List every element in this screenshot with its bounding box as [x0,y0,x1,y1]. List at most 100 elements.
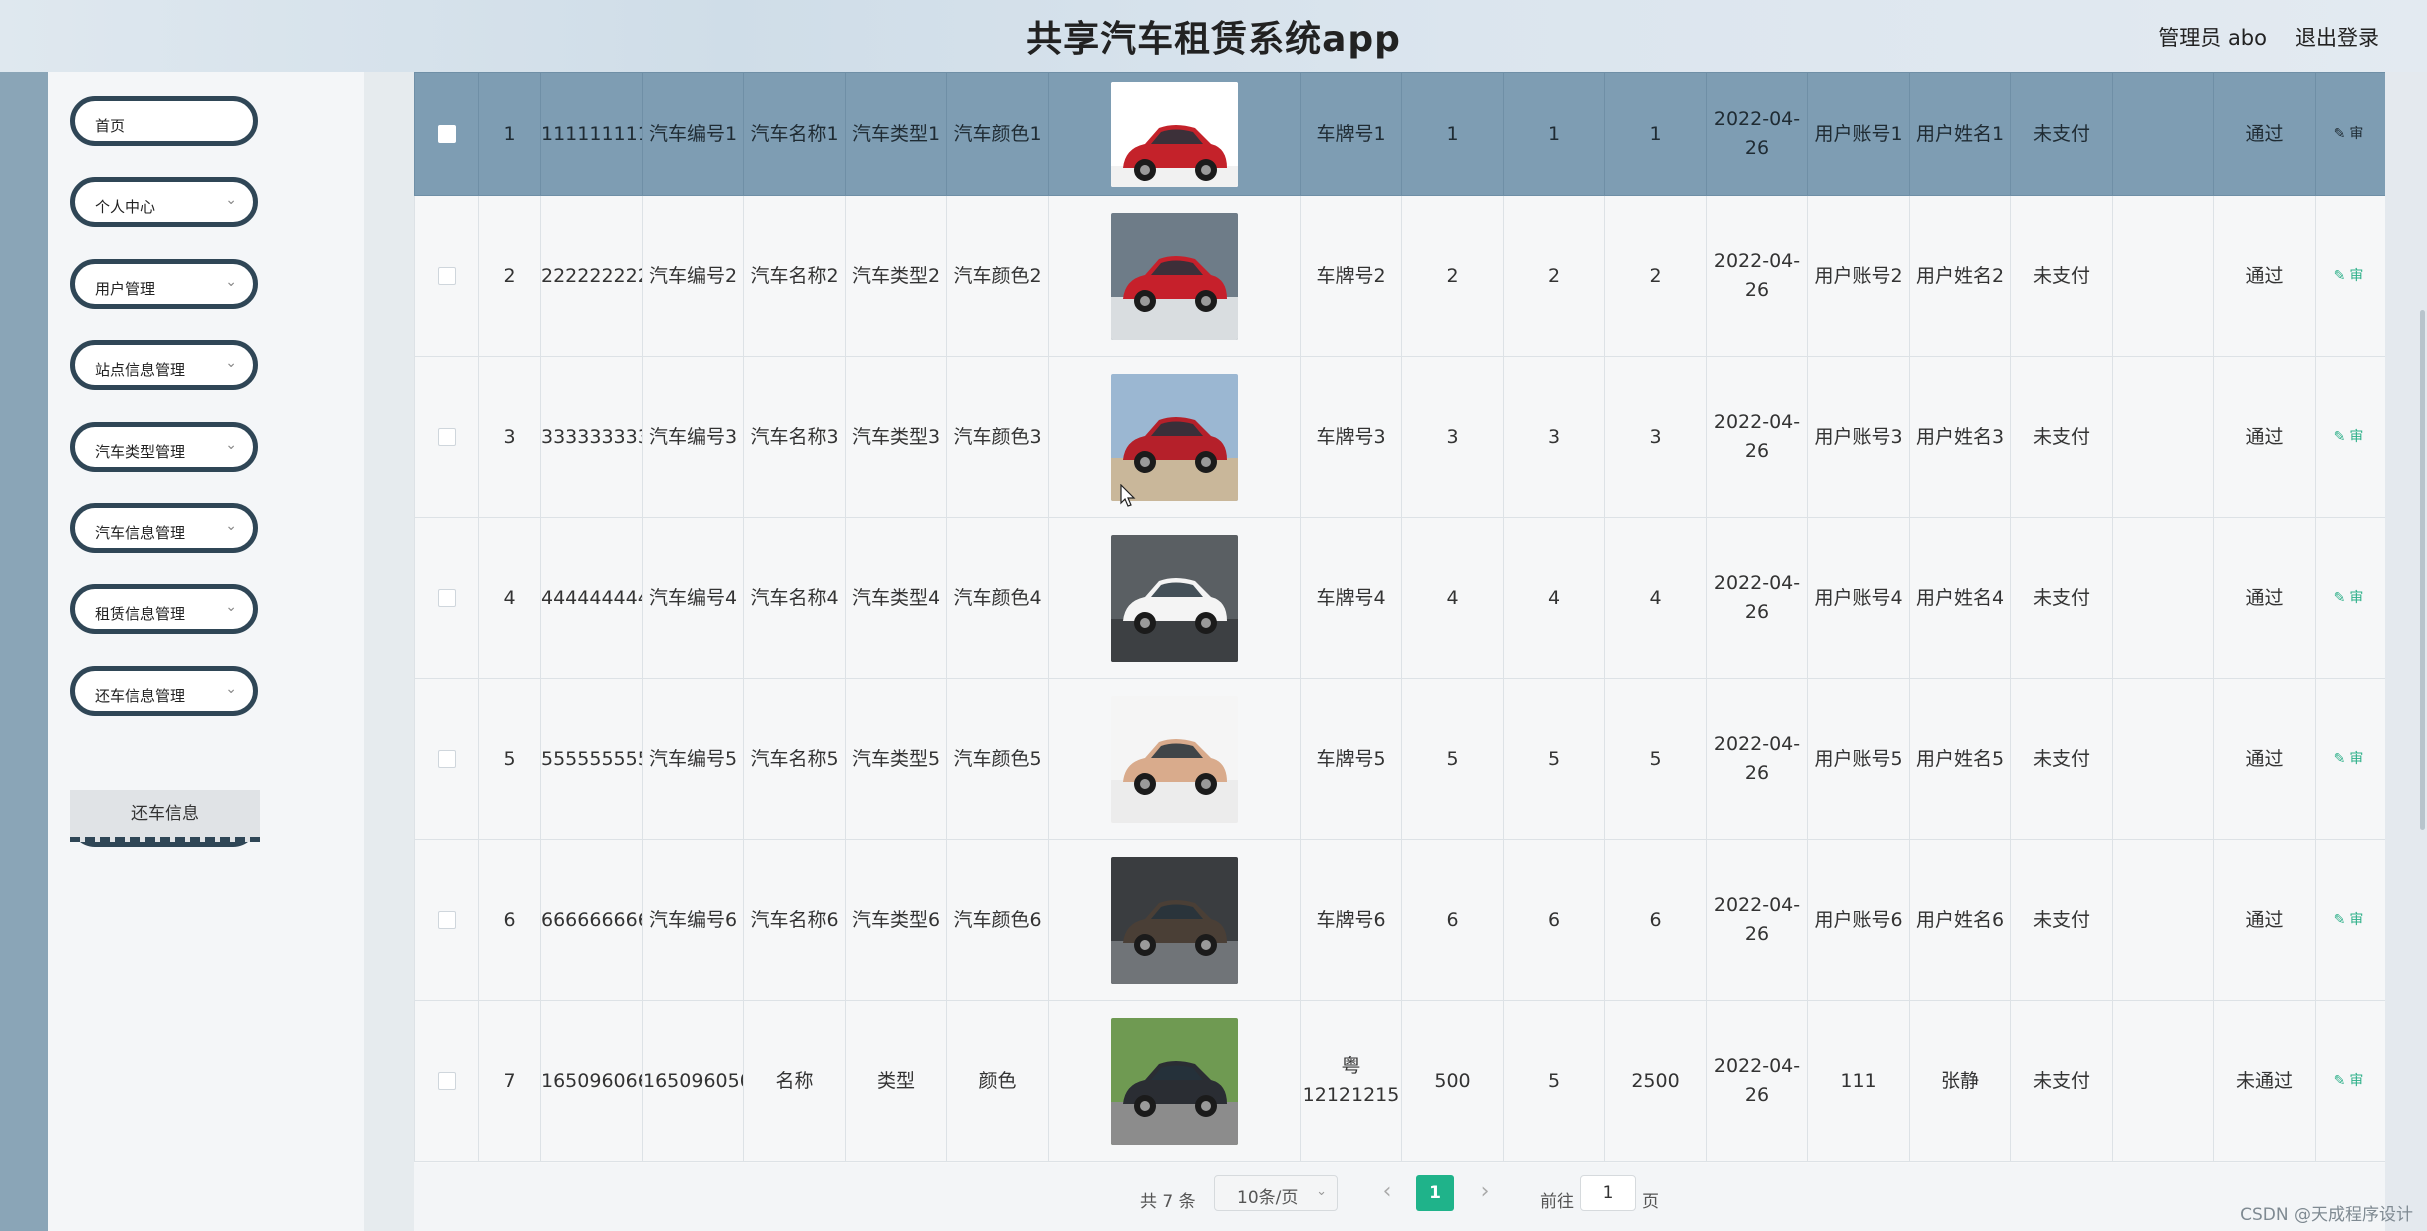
return-date: 2022-04-26 [1706,678,1808,840]
user-account: 用户账号5 [1807,678,1910,840]
row-checkbox[interactable] [437,267,456,285]
sidebar-rail [0,72,48,1231]
vertical-scrollbar[interactable] [2420,310,2425,830]
review-icon[interactable]: 审 [2349,268,2363,284]
page-size-value: 10条/页 [1237,1188,1299,1208]
page-size-select[interactable]: 10条/页 ⌄ [1214,1175,1338,1211]
sidebar-item-car-types[interactable]: 汽车类型管理 ⌄ [70,422,258,472]
row-index: 3 [478,356,541,518]
empty-cell [2112,839,2214,1001]
row-checkbox[interactable] [437,750,456,768]
car-photo[interactable] [1111,81,1238,187]
sidebar-item-return-info[interactable]: 还车信息管理 ⌄ [70,666,258,716]
order-number: 5555555555 [540,678,643,840]
sidebar-item-home[interactable]: 首页 [70,96,258,146]
goto-page-input[interactable] [1580,1175,1636,1211]
car-name: 汽车名称6 [743,839,846,1001]
plate-number: 车牌号5 [1300,678,1402,840]
mouse-cursor-icon [1120,484,1136,507]
value-3: 3 [1604,356,1707,518]
row-checkbox[interactable] [437,1072,456,1090]
row-actions: ✎ 审 [2315,1000,2385,1162]
payment-status: 未支付 [2010,517,2113,679]
value-3: 2 [1604,195,1707,357]
payment-status: 未支付 [2010,839,2113,1001]
user-name: 用户姓名1 [1909,72,2011,196]
user-account: 用户账号6 [1807,839,1910,1001]
return-date: 2022-04-26 [1706,195,1808,357]
sidebar-item-users[interactable]: 用户管理 ⌄ [70,259,258,309]
checkbox-cell [414,678,479,840]
sidebar-item-car-info[interactable]: 汽车信息管理 ⌄ [70,503,258,553]
car-type: 汽车类型3 [845,356,947,518]
row-actions: ✎ 审 [2315,195,2385,357]
edit-icon[interactable]: ✎ [2334,268,2346,284]
edit-icon[interactable]: ✎ [2334,912,2346,928]
order-number: 3333333333 [540,356,643,518]
car-color: 汽车颜色2 [946,195,1049,357]
car-type: 汽车类型1 [845,72,947,196]
next-page-button[interactable]: › [1470,1179,1500,1209]
value-1: 4 [1401,517,1504,679]
review-icon[interactable]: 审 [2349,751,2363,767]
chevron-down-icon: ⌄ [1316,1184,1327,1199]
edit-icon[interactable]: ✎ [2334,1073,2346,1089]
sidebar-subitem-return-info[interactable]: 还车信息 [70,790,260,842]
checkbox-cell [414,1000,479,1162]
table-row[interactable]: 33333333333汽车编号3汽车名称3汽车类型3汽车颜色3车牌号333320… [414,356,2385,518]
car-photo[interactable] [1111,856,1238,984]
chevron-down-icon: ⌄ [225,518,237,534]
car-number: 汽车编号3 [642,356,744,518]
edit-icon[interactable]: ✎ [2334,429,2346,445]
review-icon[interactable]: 审 [2349,126,2363,142]
car-photo[interactable] [1111,1017,1238,1145]
review-icon[interactable]: 审 [2349,590,2363,606]
value-3: 1 [1604,72,1707,196]
review-icon[interactable]: 审 [2349,429,2363,445]
review-icon[interactable]: 审 [2349,912,2363,928]
review-icon[interactable]: 审 [2349,1073,2363,1089]
edit-icon[interactable]: ✎ [2334,751,2346,767]
sidebar-item-profile[interactable]: 个人中心 ⌄ [70,177,258,227]
table-row[interactable]: 22222222222汽车编号2汽车名称2汽车类型2汽车颜色2车牌号222220… [414,195,2385,357]
value-2: 5 [1503,1000,1605,1162]
car-photo[interactable] [1111,212,1238,340]
table-row[interactable]: 11111111111汽车编号1汽车名称1汽车类型1汽车颜色1车牌号111120… [414,72,2385,196]
prev-page-button[interactable]: ‹ [1372,1179,1402,1209]
table-row[interactable]: 716509606636951650960504539名称类型颜色 粤121212… [414,1000,2385,1162]
sidebar-item-stations[interactable]: 站点信息管理 ⌄ [70,340,258,390]
user-account: 用户账号1 [1807,72,1910,196]
empty-cell [2112,517,2214,679]
car-image-cell [1048,195,1301,357]
car-type: 汽车类型5 [845,678,947,840]
car-photo[interactable] [1111,373,1238,501]
car-number: 汽车编号5 [642,678,744,840]
table-row[interactable]: 55555555555汽车编号5汽车名称5汽车类型5汽车颜色5车牌号555520… [414,678,2385,840]
car-photo[interactable] [1111,534,1238,662]
checkbox-cell [414,195,479,357]
row-index: 6 [478,839,541,1001]
value-1: 5 [1401,678,1504,840]
value-1: 1 [1401,72,1504,196]
row-checkbox[interactable] [437,125,456,143]
car-image-cell [1048,356,1301,518]
sidebar-item-rental-info[interactable]: 租赁信息管理 ⌄ [70,584,258,634]
payment-status: 未支付 [2010,1000,2113,1162]
car-photo[interactable] [1111,695,1238,823]
user-account: 用户账号4 [1807,517,1910,679]
page-number-current[interactable]: 1 [1416,1175,1454,1211]
row-checkbox[interactable] [437,911,456,929]
row-checkbox[interactable] [437,428,456,446]
chevron-down-icon: ⌄ [225,274,237,290]
order-number: 1650960663695 [540,1000,643,1162]
table-row[interactable]: 44444444444汽车编号4汽车名称4汽车类型4汽车颜色4车牌号444420… [414,517,2385,679]
value-2: 6 [1503,839,1605,1001]
logout-button[interactable]: 退出登录 [2295,22,2379,52]
edit-icon[interactable]: ✎ [2334,126,2346,142]
page-suffix: 页 [1642,1192,1659,1212]
edit-icon[interactable]: ✎ [2334,590,2346,606]
payment-status: 未支付 [2010,72,2113,196]
review-status: 通过 [2213,839,2316,1001]
table-row[interactable]: 66666666666汽车编号6汽车名称6汽车类型6汽车颜色6车牌号666620… [414,839,2385,1001]
row-checkbox[interactable] [437,589,456,607]
